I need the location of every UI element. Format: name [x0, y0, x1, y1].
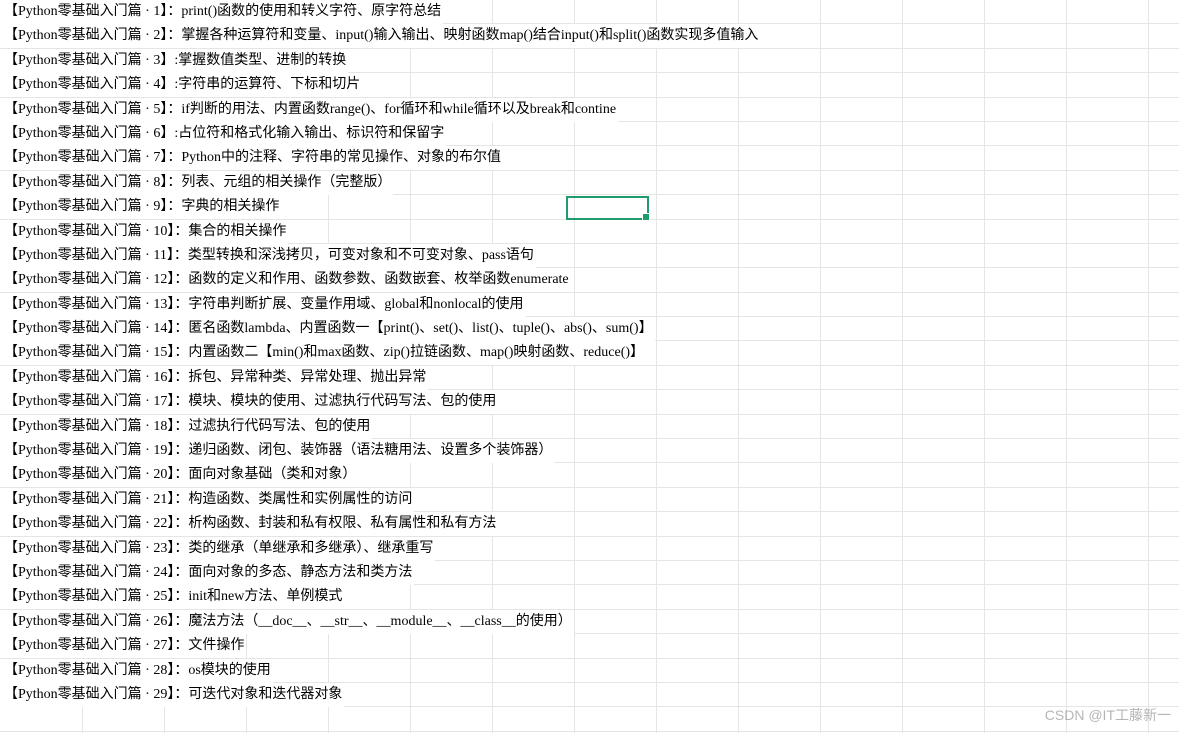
sheet-row[interactable]: 【Python零基础入门篇 · 26】：魔法方法（__doc__、__str__…: [0, 610, 1179, 634]
sheet-row[interactable]: 【Python零基础入门篇 · 15】：内置函数二【min()和max函数、zi…: [0, 341, 1179, 365]
cell-value[interactable]: 【Python零基础入门篇 · 28】：os模块的使用: [0, 659, 273, 683]
sheet-row[interactable]: 【Python零基础入门篇 · 22】：析构函数、封装和私有权限、私有属性和私有…: [0, 512, 1179, 536]
sheet-row[interactable]: 【Python零基础入门篇 · 28】：os模块的使用: [0, 659, 1179, 683]
sheet-row[interactable]: 【Python零基础入门篇 · 12】：函数的定义和作用、函数参数、函数嵌套、枚…: [0, 268, 1179, 292]
spreadsheet-viewport: 【Python零基础入门篇 · 1】：print()函数的使用和转义字符、原字符…: [0, 0, 1179, 733]
sheet-row[interactable]: 【Python零基础入门篇 · 4】:字符串的运算符、下标和切片: [0, 73, 1179, 97]
cell-value[interactable]: 【Python零基础入门篇 · 5】：if判断的用法、内置函数range()、f…: [0, 98, 618, 122]
cell-value[interactable]: 【Python零基础入门篇 · 4】:字符串的运算符、下标和切片: [0, 73, 362, 97]
cell-value[interactable]: 【Python零基础入门篇 · 1】：print()函数的使用和转义字符、原字符…: [0, 0, 443, 24]
watermark: CSDN @IT工藤新一: [1045, 705, 1171, 725]
sheet-row[interactable]: 【Python零基础入门篇 · 1】：print()函数的使用和转义字符、原字符…: [0, 0, 1179, 24]
cell-value[interactable]: 【Python零基础入门篇 · 7】：Python中的注释、字符串的常见操作、对…: [0, 146, 503, 170]
cell-value[interactable]: 【Python零基础入门篇 · 16】：拆包、异常种类、异常处理、抛出异常: [0, 366, 428, 390]
cell-value[interactable]: 【Python零基础入门篇 · 21】：构造函数、类属性和实例属性的访问: [0, 488, 414, 512]
sheet-row[interactable]: 【Python零基础入门篇 · 21】：构造函数、类属性和实例属性的访问: [0, 488, 1179, 512]
cell-value[interactable]: 【Python零基础入门篇 · 15】：内置函数二【min()和max函数、zi…: [0, 341, 646, 365]
sheet-row[interactable]: 【Python零基础入门篇 · 29】：可迭代对象和迭代器对象: [0, 683, 1179, 707]
sheet-row[interactable]: 【Python零基础入门篇 · 24】：面向对象的多态、静态方法和类方法: [0, 561, 1179, 585]
cell-value[interactable]: 【Python零基础入门篇 · 24】：面向对象的多态、静态方法和类方法: [0, 561, 414, 585]
sheet-row[interactable]: 【Python零基础入门篇 · 11】：类型转换和深浅拷贝，可变对象和不可变对象…: [0, 244, 1179, 268]
cell-value[interactable]: 【Python零基础入门篇 · 3】:掌握数值类型、进制的转换: [0, 49, 348, 73]
cell-value[interactable]: 【Python零基础入门篇 · 23】：类的继承（单继承和多继承）、继承重写: [0, 537, 435, 561]
cell-value[interactable]: 【Python零基础入门篇 · 13】：字符串判断扩展、变量作用域、global…: [0, 293, 526, 317]
sheet-row[interactable]: 【Python零基础入门篇 · 2】：掌握各种运算符和变量、input()输入输…: [0, 24, 1179, 48]
cell-value[interactable]: 【Python零基础入门篇 · 18】：过滤执行代码写法、包的使用: [0, 415, 372, 439]
cell-value[interactable]: 【Python零基础入门篇 · 11】：类型转换和深浅拷贝，可变对象和不可变对象…: [0, 244, 536, 268]
sheet-row[interactable]: 【Python零基础入门篇 · 5】：if判断的用法、内置函数range()、f…: [0, 98, 1179, 122]
cell-value[interactable]: 【Python零基础入门篇 · 10】：集合的相关操作: [0, 220, 288, 244]
cell-value[interactable]: 【Python零基础入门篇 · 2】：掌握各种运算符和变量、input()输入输…: [0, 24, 760, 48]
sheet-row[interactable]: 【Python零基础入门篇 · 10】：集合的相关操作: [0, 220, 1179, 244]
cell-value[interactable]: 【Python零基础入门篇 · 12】：函数的定义和作用、函数参数、函数嵌套、枚…: [0, 268, 571, 292]
cell-value[interactable]: 【Python零基础入门篇 · 25】：init和new方法、单例模式: [0, 585, 344, 609]
cell-value[interactable]: 【Python零基础入门篇 · 20】：面向对象基础（类和对象）: [0, 463, 358, 487]
sheet-row[interactable]: 【Python零基础入门篇 · 8】：列表、元组的相关操作（完整版）: [0, 171, 1179, 195]
sheet-row[interactable]: 【Python零基础入门篇 · 27】：文件操作: [0, 634, 1179, 658]
sheet-row[interactable]: 【Python零基础入门篇 · 23】：类的继承（单继承和多继承）、继承重写: [0, 537, 1179, 561]
sheet-row[interactable]: 【Python零基础入门篇 · 6】:占位符和格式化输入输出、标识符和保留字: [0, 122, 1179, 146]
cell-value[interactable]: 【Python零基础入门篇 · 22】：析构函数、封装和私有权限、私有属性和私有…: [0, 512, 498, 536]
cell-value[interactable]: 【Python零基础入门篇 · 29】：可迭代对象和迭代器对象: [0, 683, 344, 707]
cell-value[interactable]: 【Python零基础入门篇 · 9】：字典的相关操作: [0, 195, 281, 219]
cell-value[interactable]: 【Python零基础入门篇 · 14】：匿名函数lambda、内置函数一【pri…: [0, 317, 655, 341]
spreadsheet-grid[interactable]: 【Python零基础入门篇 · 1】：print()函数的使用和转义字符、原字符…: [0, 0, 1179, 733]
cell-value[interactable]: 【Python零基础入门篇 · 6】:占位符和格式化输入输出、标识符和保留字: [0, 122, 446, 146]
sheet-row[interactable]: 【Python零基础入门篇 · 3】:掌握数值类型、进制的转换: [0, 49, 1179, 73]
cell-value[interactable]: 【Python零基础入门篇 · 17】：模块、模块的使用、过滤执行代码写法、包的…: [0, 390, 498, 414]
sheet-row[interactable]: 【Python零基础入门篇 · 7】：Python中的注释、字符串的常见操作、对…: [0, 146, 1179, 170]
sheet-row[interactable]: 【Python零基础入门篇 · 9】：字典的相关操作: [0, 195, 1179, 219]
sheet-row[interactable]: 【Python零基础入门篇 · 13】：字符串判断扩展、变量作用域、global…: [0, 293, 1179, 317]
sheet-row[interactable]: 【Python零基础入门篇 · 14】：匿名函数lambda、内置函数一【pri…: [0, 317, 1179, 341]
sheet-row[interactable]: 【Python零基础入门篇 · 20】：面向对象基础（类和对象）: [0, 463, 1179, 487]
sheet-row[interactable]: 【Python零基础入门篇 · 16】：拆包、异常种类、异常处理、抛出异常: [0, 366, 1179, 390]
cell-value[interactable]: 【Python零基础入门篇 · 8】：列表、元组的相关操作（完整版）: [0, 171, 393, 195]
cell-value[interactable]: 【Python零基础入门篇 · 26】：魔法方法（__doc__、__str__…: [0, 610, 574, 634]
sheet-row[interactable]: 【Python零基础入门篇 · 25】：init和new方法、单例模式: [0, 585, 1179, 609]
sheet-row[interactable]: [0, 707, 1179, 731]
sheet-row[interactable]: 【Python零基础入门篇 · 19】：递归函数、闭包、装饰器（语法糖用法、设置…: [0, 439, 1179, 463]
sheet-row[interactable]: 【Python零基础入门篇 · 18】：过滤执行代码写法、包的使用: [0, 415, 1179, 439]
cell-value[interactable]: 【Python零基础入门篇 · 27】：文件操作: [0, 634, 246, 658]
cell-value[interactable]: 【Python零基础入门篇 · 19】：递归函数、闭包、装饰器（语法糖用法、设置…: [0, 439, 554, 463]
sheet-row[interactable]: 【Python零基础入门篇 · 17】：模块、模块的使用、过滤执行代码写法、包的…: [0, 390, 1179, 414]
